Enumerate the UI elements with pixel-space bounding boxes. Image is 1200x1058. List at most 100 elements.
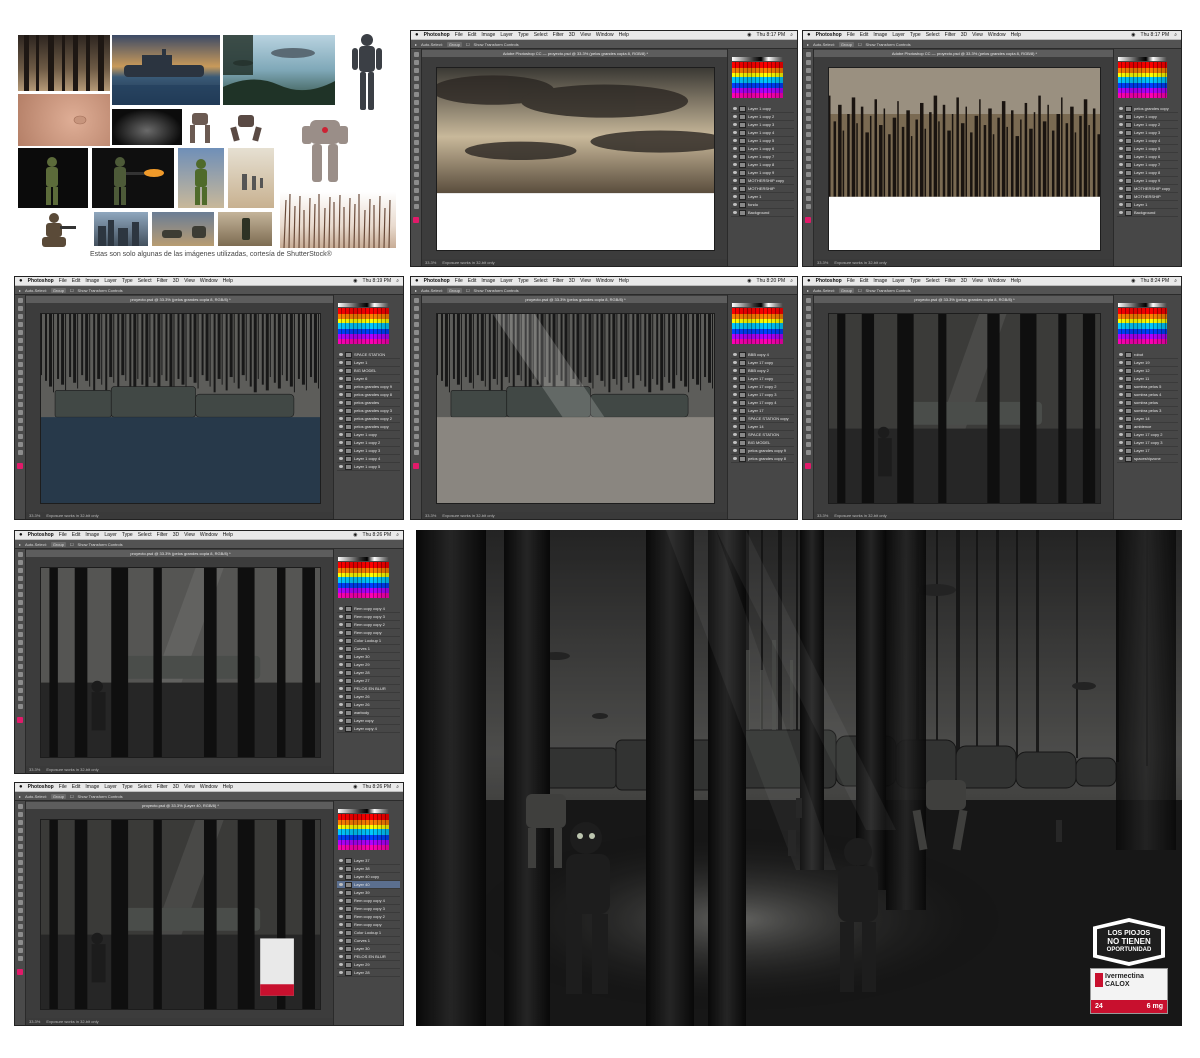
layer-row[interactable]: pelos grandes copy 3 [337,407,400,415]
menu-item-filter[interactable]: Filter [945,278,956,284]
option-2[interactable]: Group [838,41,854,47]
swatches-panel[interactable] [338,814,389,850]
visibility-eye-icon[interactable] [1119,385,1123,388]
menu-item-image[interactable]: Image [85,784,99,790]
visibility-eye-icon[interactable] [1119,401,1123,404]
visibility-eye-icon[interactable] [339,923,343,926]
tool-icon[interactable] [413,370,419,375]
menu-item-help[interactable]: Help [223,278,233,284]
visibility-eye-icon[interactable] [339,687,343,690]
visibility-eye-icon[interactable] [339,891,343,894]
layer-row[interactable]: Layer 1 copy 4 [731,129,794,137]
tool-icon[interactable] [17,584,23,589]
tool-icon[interactable] [805,442,811,447]
visibility-eye-icon[interactable] [339,441,343,444]
tool-icon[interactable] [413,124,419,129]
tool-icon[interactable] [413,180,419,185]
option-2[interactable]: Group [446,41,462,47]
tool-icon[interactable] [413,314,419,319]
foreground-color-swatch[interactable] [17,969,23,975]
tool-icon[interactable] [17,624,23,629]
tool-icon[interactable] [17,844,23,849]
layer-row[interactable]: Layer 17 [731,407,794,415]
layer-row[interactable]: Color Lookup 1 [337,929,400,937]
tool-icon[interactable] [17,656,23,661]
wifi-icon[interactable]: ◉ [747,278,751,284]
tool-icon[interactable] [805,164,811,169]
menu-item-edit[interactable]: Edit [860,32,869,38]
document-canvas[interactable] [436,67,715,251]
visibility-eye-icon[interactable] [339,671,343,674]
swatches-panel[interactable] [338,308,389,344]
tool-icon[interactable] [413,76,419,81]
spotlight-search-icon[interactable]: ⌕ [396,278,399,284]
visibility-eye-icon[interactable] [1119,417,1123,420]
tool-icon[interactable] [805,172,811,177]
visibility-eye-icon[interactable] [733,417,737,420]
layer-row[interactable]: Layer 38 [337,865,400,873]
layer-row[interactable]: Layer 1 copy 4 [1117,137,1178,145]
layer-row[interactable]: Layer 27 [337,677,400,685]
layer-row[interactable]: pelos grandes copy 9 [337,383,400,391]
document-canvas[interactable] [828,313,1101,504]
visibility-eye-icon[interactable] [339,425,343,428]
menu-item-type[interactable]: Type [910,278,921,284]
tool-icon[interactable] [17,600,23,605]
layer-row[interactable]: ambience [1117,423,1178,431]
visibility-eye-icon[interactable] [1119,163,1123,166]
layer-row[interactable]: Curves 1 [337,645,400,653]
visibility-eye-icon[interactable] [339,393,343,396]
visibility-eye-icon[interactable] [733,369,737,372]
tool-icon[interactable] [17,306,23,311]
document-tab[interactable]: Adobe Photoshop CC — proyecto.psd @ 33.3… [422,50,729,57]
menu-item-view[interactable]: View [184,532,195,538]
visibility-eye-icon[interactable] [733,393,737,396]
tool-icon[interactable] [805,188,811,193]
menu-item-help[interactable]: Help [1011,32,1021,38]
visibility-eye-icon[interactable] [1119,179,1123,182]
visibility-eye-icon[interactable] [1119,369,1123,372]
menu-item-select[interactable]: Select [138,278,152,284]
tool-icon[interactable] [17,418,23,423]
visibility-eye-icon[interactable] [733,425,737,428]
tool-icon[interactable] [17,394,23,399]
tool-icon[interactable] [17,608,23,613]
layer-row[interactable]: robot [1117,351,1178,359]
layer-row[interactable]: warbody [337,709,400,717]
tool-icon[interactable] [17,820,23,825]
layer-row[interactable]: Layer 1 copy 6 [1117,153,1178,161]
tool-icon[interactable] [805,450,811,455]
layer-row[interactable]: pelos grandes copy 8 [731,455,794,463]
document-canvas[interactable] [436,313,715,504]
foreground-color-swatch[interactable] [413,217,419,223]
tool-icon[interactable] [17,948,23,953]
tool-icon[interactable] [805,116,811,121]
menu-item-type[interactable]: Type [910,32,921,38]
menu-item-window[interactable]: Window [596,278,614,284]
visibility-eye-icon[interactable] [1119,203,1123,206]
tool-icon[interactable] [17,884,23,889]
menu-item-image[interactable]: Image [873,278,887,284]
foreground-color-swatch[interactable] [17,463,23,469]
menu-item-layer[interactable]: Layer [104,784,117,790]
option-2[interactable]: Group [50,287,66,293]
tool-icon[interactable] [805,60,811,65]
menu-item-file[interactable]: File [847,278,855,284]
layer-row[interactable]: SPACE STATION [731,431,794,439]
visibility-eye-icon[interactable] [733,449,737,452]
tool-icon[interactable] [17,932,23,937]
layer-row[interactable]: Layer 26 [337,693,400,701]
tool-icon[interactable] [17,354,23,359]
visibility-eye-icon[interactable] [339,663,343,666]
menu-item-type[interactable]: Type [122,532,133,538]
tool-icon[interactable] [805,394,811,399]
zoom-level[interactable]: 33.3% [425,513,436,518]
menu-item-file[interactable]: File [59,278,67,284]
visibility-eye-icon[interactable] [339,719,343,722]
visibility-eye-icon[interactable] [339,939,343,942]
visibility-eye-icon[interactable] [1119,449,1123,452]
wifi-icon[interactable]: ◉ [747,32,751,38]
layer-row[interactable]: Layer 17 [1117,447,1178,455]
menu-item-image[interactable]: Image [873,32,887,38]
layer-row[interactable]: Layer 30 [337,945,400,953]
